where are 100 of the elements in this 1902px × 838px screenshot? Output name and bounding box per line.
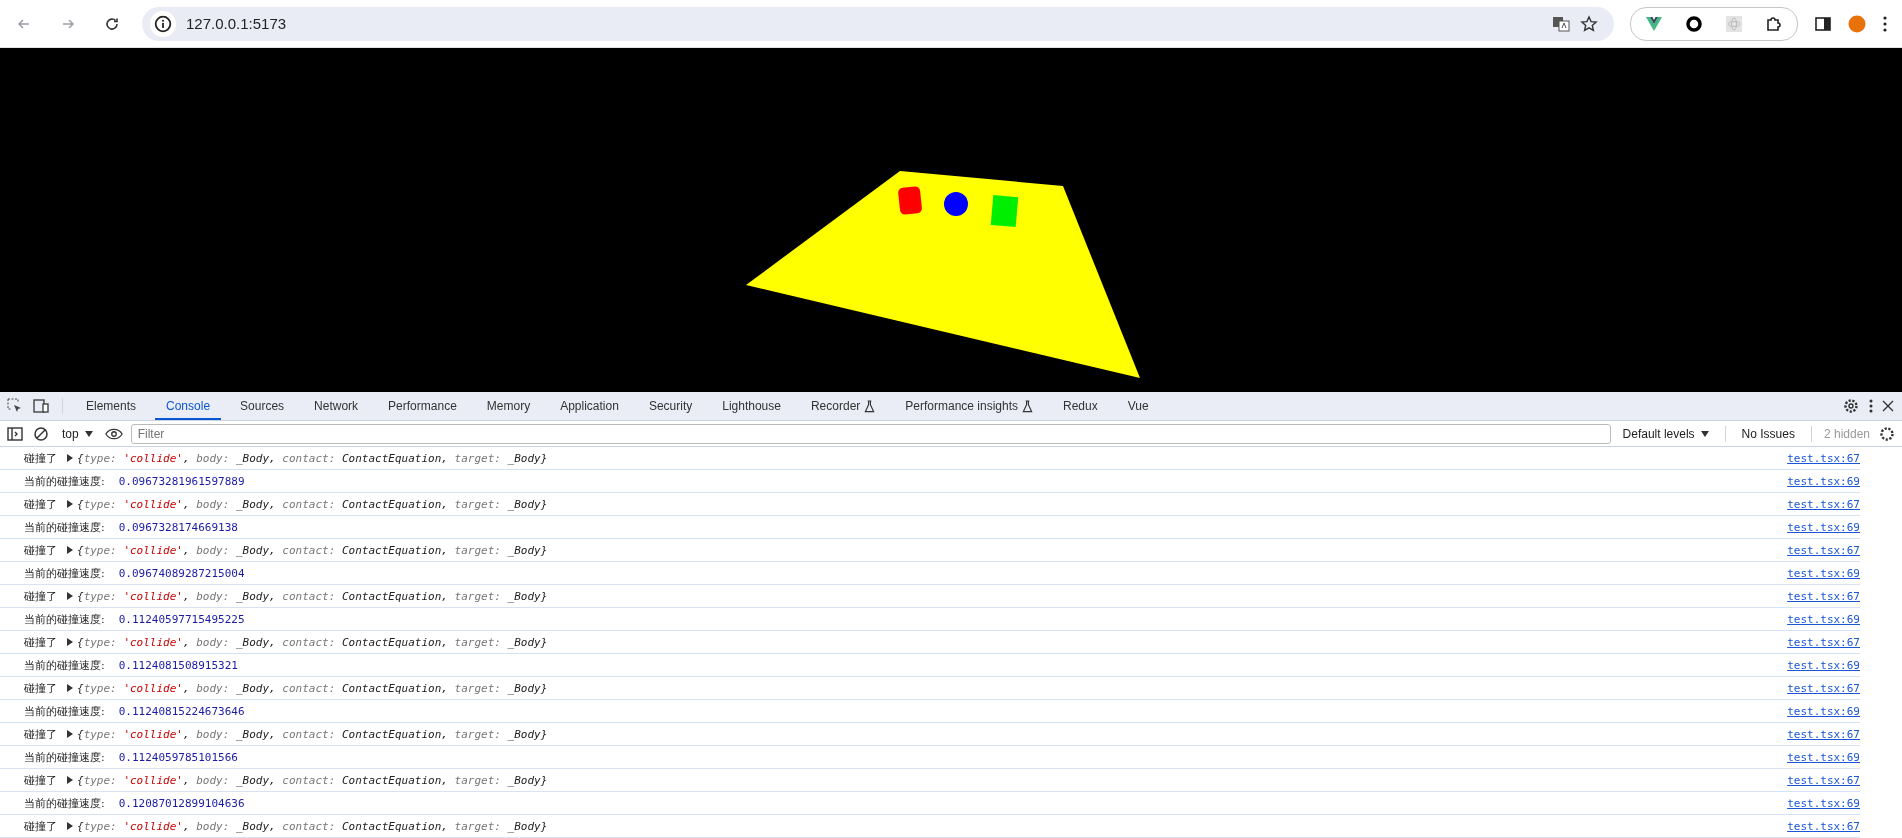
sidebar-toggle-icon[interactable] bbox=[6, 424, 24, 443]
avatar-icon[interactable] bbox=[1848, 14, 1866, 33]
log-label: 碰撞了 bbox=[24, 726, 57, 742]
devtools-tab[interactable]: Lighthouse bbox=[711, 392, 792, 420]
issues-button[interactable]: No Issues bbox=[1737, 426, 1799, 441]
devtools-tab[interactable]: Recorder bbox=[799, 392, 887, 420]
devtools-tab[interactable]: Elements bbox=[75, 392, 148, 420]
source-link[interactable]: test.tsx:67 bbox=[1787, 727, 1860, 741]
expand-triangle-icon[interactable] bbox=[67, 546, 73, 554]
devtools-tab[interactable]: Sources bbox=[229, 392, 296, 420]
source-link[interactable]: test.tsx:69 bbox=[1787, 612, 1860, 626]
log-label: 当前的碰撞速度: bbox=[24, 611, 105, 627]
cube-drawing bbox=[990, 195, 1019, 228]
expand-triangle-icon[interactable] bbox=[67, 730, 73, 738]
log-label: 碰撞了 bbox=[24, 772, 57, 788]
log-label: 碰撞了 bbox=[24, 634, 57, 650]
cylinder-drawing bbox=[897, 185, 923, 216]
number-value: 0.1124081508915321 bbox=[118, 658, 238, 672]
log-label: 当前的碰撞速度: bbox=[24, 519, 105, 535]
devtools-tab[interactable]: Performance insights bbox=[894, 392, 1045, 420]
expand-triangle-icon[interactable] bbox=[67, 776, 73, 784]
log-label: 碰撞了 bbox=[24, 496, 57, 512]
source-link[interactable]: test.tsx:67 bbox=[1787, 497, 1860, 511]
source-link[interactable]: test.tsx:69 bbox=[1787, 750, 1860, 764]
source-link[interactable]: test.tsx:69 bbox=[1787, 566, 1860, 580]
source-link[interactable]: test.tsx:67 bbox=[1787, 589, 1860, 603]
object-preview[interactable]: {type: 'collide', body: _Body, contact: ContactEquation, target: _Body} bbox=[77, 635, 548, 649]
object-preview[interactable]: {type: 'collide', body: _Body, contact: ContactEquation, target: _Body} bbox=[77, 773, 548, 787]
devtools-tab[interactable]: Security bbox=[637, 392, 704, 420]
source-link[interactable]: test.tsx:69 bbox=[1787, 658, 1860, 672]
source-link[interactable]: test.tsx:67 bbox=[1787, 635, 1860, 649]
log-label: 碰撞了 bbox=[24, 588, 57, 604]
caret-icon bbox=[84, 430, 93, 437]
object-preview[interactable]: {type: 'collide', body: _Body, contact: ContactEquation, target: _Body} bbox=[77, 727, 548, 741]
translate-icon[interactable] bbox=[1552, 14, 1570, 33]
source-link[interactable]: test.tsx:69 bbox=[1787, 520, 1860, 534]
expand-triangle-icon[interactable] bbox=[67, 454, 73, 462]
devtools-tab[interactable]: Vue bbox=[1116, 392, 1160, 420]
expand-triangle-icon[interactable] bbox=[67, 822, 73, 830]
reload-icon[interactable] bbox=[104, 15, 120, 32]
log-label: 当前的碰撞速度: bbox=[24, 565, 105, 581]
devtools-tab[interactable]: Memory bbox=[475, 392, 542, 420]
log-label: 碰撞了 bbox=[24, 818, 57, 834]
caret-icon bbox=[1700, 430, 1709, 437]
devtools-tab[interactable]: Network bbox=[303, 392, 370, 420]
levels-dropdown[interactable]: Default levels bbox=[1618, 426, 1713, 441]
log-label: 当前的碰撞速度: bbox=[24, 749, 105, 765]
settings-icon[interactable] bbox=[1842, 397, 1860, 415]
log-label: 当前的碰撞速度: bbox=[24, 473, 105, 489]
puzzle-icon[interactable] bbox=[1765, 14, 1783, 33]
log-label: 碰撞了 bbox=[24, 680, 57, 696]
settings-icon[interactable] bbox=[1878, 424, 1896, 443]
source-link[interactable]: test.tsx:69 bbox=[1787, 704, 1860, 718]
object-preview[interactable]: {type: 'collide', body: _Body, contact: ContactEquation, target: _Body} bbox=[77, 543, 548, 557]
object-preview[interactable]: {type: 'collide', body: _Body, contact: ContactEquation, target: _Body} bbox=[77, 681, 548, 695]
number-value: 0.09673281961597889 bbox=[118, 474, 245, 488]
number-value: 0.09674089287215004 bbox=[118, 566, 245, 580]
menu-icon[interactable] bbox=[1882, 14, 1888, 33]
expand-triangle-icon[interactable] bbox=[67, 684, 73, 692]
ring-icon[interactable] bbox=[1685, 14, 1703, 33]
log-label: 碰撞了 bbox=[24, 450, 57, 466]
object-preview[interactable]: {type: 'collide', body: _Body, contact: ContactEquation, target: _Body} bbox=[77, 497, 548, 511]
info-icon[interactable] bbox=[150, 10, 176, 37]
object-preview[interactable]: {type: 'collide', body: _Body, contact: ContactEquation, target: _Body} bbox=[77, 589, 548, 603]
expand-triangle-icon[interactable] bbox=[67, 638, 73, 646]
context-dropdown[interactable]: top bbox=[58, 426, 97, 441]
number-value: 0.11240597715495225 bbox=[118, 612, 245, 626]
devtools-tab[interactable]: Application bbox=[549, 392, 630, 420]
devtools-tab[interactable]: Console bbox=[155, 392, 222, 420]
expand-triangle-icon[interactable] bbox=[67, 500, 73, 508]
sphere-drawing bbox=[944, 192, 968, 216]
log-label: 当前的碰撞速度: bbox=[24, 657, 105, 673]
source-link[interactable]: test.tsx:69 bbox=[1787, 796, 1860, 810]
number-value: 0.1124059785101566 bbox=[118, 750, 238, 764]
devtools-tab[interactable]: Performance bbox=[377, 392, 468, 420]
source-link[interactable]: test.tsx:67 bbox=[1787, 819, 1860, 833]
object-preview[interactable]: {type: 'collide', body: _Body, contact: ContactEquation, target: _Body} bbox=[77, 451, 548, 465]
url-text: 127.0.0.1:5173 bbox=[186, 15, 287, 32]
source-link[interactable]: test.tsx:67 bbox=[1787, 451, 1860, 465]
filter-field[interactable]: Filter bbox=[130, 423, 1611, 444]
clear-icon[interactable] bbox=[32, 424, 50, 443]
source-link[interactable]: test.tsx:67 bbox=[1787, 681, 1860, 695]
expand-triangle-icon[interactable] bbox=[67, 592, 73, 600]
hidden-count: 2 hidden bbox=[1823, 426, 1870, 441]
object-preview[interactable]: {type: 'collide', body: _Body, contact: ContactEquation, target: _Body} bbox=[77, 819, 548, 833]
star-icon[interactable] bbox=[1580, 14, 1598, 33]
log-label: 碰撞了 bbox=[24, 542, 57, 558]
address-bar[interactable]: 127.0.0.1:5173 bbox=[142, 6, 1614, 41]
close-icon[interactable] bbox=[1882, 400, 1894, 412]
number-value: 0.11240815224673646 bbox=[118, 704, 245, 718]
v-logo-icon[interactable] bbox=[1645, 14, 1663, 33]
side-panel-icon[interactable] bbox=[1814, 14, 1832, 33]
source-link[interactable]: test.tsx:67 bbox=[1787, 543, 1860, 557]
source-link[interactable]: test.tsx:69 bbox=[1787, 474, 1860, 488]
device-toggle-icon[interactable] bbox=[32, 397, 50, 415]
more-icon[interactable] bbox=[1868, 397, 1874, 415]
log-label: 当前的碰撞速度: bbox=[24, 703, 105, 719]
devtools-tab[interactable]: Redux bbox=[1052, 392, 1109, 420]
log-label: 当前的碰撞速度: bbox=[24, 795, 105, 811]
source-link[interactable]: test.tsx:67 bbox=[1787, 773, 1860, 787]
